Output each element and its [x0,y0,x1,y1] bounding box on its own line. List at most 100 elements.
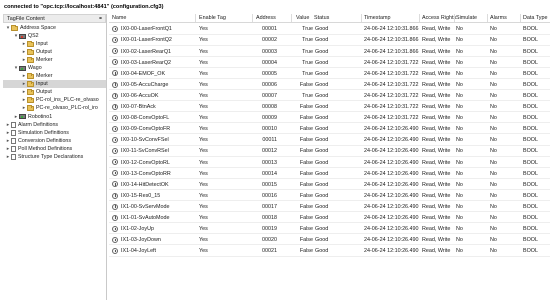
tree-node[interactable]: ▸ Poll Method Definitions [3,145,106,153]
cell-timestamp: 24-06-24 12:10:26.490 [364,159,419,166]
col-status-header[interactable]: Status [314,15,329,21]
table-row[interactable]: IX1-03-JoyDown Yes 00020 False Good 24-06-24 … [109,235,550,246]
cell-address: 00006 [262,81,277,88]
table-row[interactable]: IX0-13-ConvOptoRR Yes 00014 False Good 24-06-… [109,168,550,179]
cell-address: 00007 [262,92,277,99]
tree-node[interactable]: ▾ Wago [3,64,106,72]
table-row[interactable]: IX1-01-SvAutoMode Yes 00018 False Good 24-06-… [109,213,550,224]
cell-name: IX0-12-ConvOptoRL [121,159,170,166]
table-row[interactable]: IX0-12-ConvOptoRL Yes 00013 False Good 24-06-… [109,157,550,168]
cell-name: IX0-08-ConvOptoFL [121,115,170,122]
pin-icon[interactable]: ⚭ [98,15,103,22]
table-row[interactable]: IX1-00-SvServMode Yes 00017 False Good 24-06-… [109,202,550,213]
cell-status: Good [315,59,329,66]
col-enable-header[interactable]: Enable Tag [199,15,226,21]
tag-icon [112,26,118,32]
table-row[interactable]: IX0-04-EMOF_OK Yes 00005 True Good 24-06-24 1… [109,68,550,79]
cell-timestamp: 24-06-24 12:10:26.490 [364,237,419,244]
folder-icon [27,81,34,87]
cell-value: False [299,81,313,88]
col-access-header[interactable]: Access Rights [422,15,456,21]
tree-node[interactable]: ▾ Address Space [3,24,106,32]
table-row[interactable]: IX0-09-ConvOptoFR Yes 00010 False Good 24-06-… [109,124,550,135]
cell-status: Good [315,115,329,122]
tree-node[interactable]: ▸ Output [3,48,106,56]
tree-node[interactable]: ▸ Simulation Definitions [3,129,106,137]
table-row[interactable]: IX0-10-SvConvFSel Yes 00011 False Good 24-06-… [109,135,550,146]
col-name-header[interactable]: Name [112,15,126,21]
tree-node[interactable]: ▸ Structure Type Declarations [3,153,106,161]
document-icon [11,145,16,152]
tree-node[interactable]: ▸ Input [3,40,106,48]
cell-address: 00014 [262,170,277,177]
table-row[interactable]: IX0-06-AccuOK Yes 00007 True Good 24-06-24 12… [109,91,550,102]
cell-dtype: BOOL [523,26,538,33]
tag-icon [112,59,118,66]
cell-enable: Yes [199,37,208,44]
cell-access: Read, Write [422,26,451,33]
tree-node-label: Alarm Definitions [18,121,59,128]
cell-alarms: No [490,192,497,199]
cell-address: 00011 [262,137,277,144]
cell-enable: Yes [199,192,208,199]
cell-dtype: BOOL [523,192,538,199]
table-row[interactable]: IX0-00-LaserFrontQ1 Yes 00001 True Good 24-06… [109,24,550,35]
tree-node[interactable]: ▸ Input [3,80,106,89]
col-alarms-header[interactable]: Alarms [490,15,507,21]
cell-value: False [299,159,313,166]
table-row[interactable]: IX0-11-SvConvRSel Yes 00012 False Good 24-06-… [109,146,550,157]
cell-alarms: No [490,59,497,66]
cell-alarms: No [490,203,497,210]
cell-status: Good [315,226,329,233]
tree-node[interactable]: ▸ Merker [3,56,106,64]
cell-access: Read, Write [422,226,451,233]
tree-node[interactable]: ▸ Alarm Definitions [3,121,106,129]
cell-alarms: No [490,159,497,166]
cell-status: Good [315,137,329,144]
cell-alarms: No [490,237,497,244]
cell-access: Read, Write [422,81,451,88]
cell-access: Read, Write [422,248,451,255]
cell-simulate: No [456,203,463,210]
tree-node[interactable]: ▸ PC-rol_ins_PLC-re_olvaso [3,96,106,104]
table-row[interactable]: IX0-14-HitDetectOK Yes 00015 False Good 24-06… [109,179,550,190]
tag-icon [112,225,118,232]
table-row[interactable]: IX0-07-BtnAck Yes 00008 False Good 24-06-24 1… [109,102,550,113]
cell-alarms: No [490,215,497,222]
tree-node[interactable]: ▸ PC-re_olvaso_PLC-rol_iro [3,104,106,112]
cell-dtype: BOOL [523,59,538,66]
col-dtype-header[interactable]: Data Type [523,15,547,21]
tree-node[interactable]: ▾ QS2 [3,32,106,40]
cell-access: Read, Write [422,70,451,77]
col-address-header[interactable]: Address [256,15,276,21]
table-row[interactable]: IX0-15-Res0_15 Yes 00016 False Good 24-06-24 … [109,191,550,202]
window-title: connected to "opc.tcp://localhost:4841" … [4,4,164,10]
tree-node[interactable]: ▸ Output [3,88,106,96]
table-row[interactable]: IX0-03-LaserRearQ2 Yes 00004 True Good 24-06-… [109,57,550,68]
table-row[interactable]: IX0-01-LaserFrontQ2 Yes 00002 True Good 24-06… [109,35,550,46]
col-timestamp-header[interactable]: Timestamp [364,15,390,21]
tree-node[interactable]: ▸ Merker [3,72,106,80]
cell-enable: Yes [199,48,208,55]
folder-icon [27,97,34,103]
cell-status: Good [315,26,329,33]
cell-status: Good [315,159,329,166]
cell-name: IX1-02-JoyUp [121,226,154,233]
tag-icon [112,114,118,121]
cell-dtype: BOOL [523,248,538,255]
tree-node-label: Conversion Definitions [18,137,71,144]
cell-status: Good [315,81,329,88]
document-icon [11,153,16,160]
table-row[interactable]: IX0-05-AccuCharge Yes 00006 False Good 24-06-… [109,80,550,91]
tree-node[interactable]: ▸ Conversion Definitions [3,137,106,145]
table-row[interactable]: IX1-02-JoyUp Yes 00019 False Good 24-06-24 12… [109,224,550,235]
table-row[interactable]: IX0-02-LaserRearQ1 Yes 00003 True Good 24-06-… [109,46,550,57]
table-row[interactable]: IX0-08-ConvOptoFL Yes 00009 False Good 24-06-… [109,113,550,124]
table-row[interactable]: IX1-04-JoyLeft Yes 00021 False Good 24-06-24 … [109,246,550,257]
col-value-header[interactable]: Value [296,15,309,21]
cell-value: False [299,126,313,133]
cell-access: Read, Write [422,115,451,122]
cell-timestamp: 24-06-24 12:10:31.722 [364,59,419,66]
col-simulate-header[interactable]: Simulate [456,15,477,21]
tree-node[interactable]: ▸ Robotino1 [3,113,106,121]
